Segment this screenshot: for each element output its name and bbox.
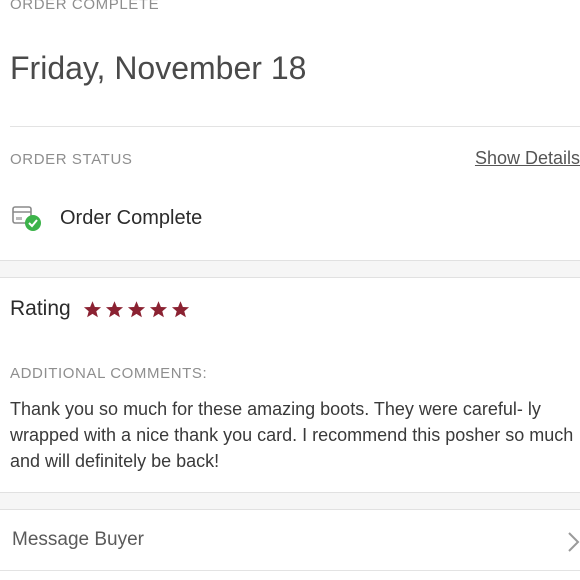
rating-stars bbox=[83, 300, 190, 319]
divider bbox=[10, 126, 580, 127]
section-separator bbox=[0, 492, 580, 510]
order-status-text: Order Complete bbox=[60, 206, 203, 229]
order-complete-header: ORDER COMPLETE bbox=[10, 0, 160, 13]
additional-comments-label: ADDITIONAL COMMENTS: bbox=[10, 365, 208, 382]
chevron-right-icon bbox=[568, 532, 580, 552]
order-detail-page: ORDER COMPLETE Friday, November 18 ORDER… bbox=[0, 0, 580, 580]
order-status-row: Order Complete bbox=[10, 200, 202, 236]
package-check-icon bbox=[10, 203, 44, 233]
rating-row: Rating bbox=[10, 295, 190, 323]
additional-comments-text: Thank you so much for these amazing boot… bbox=[10, 399, 574, 471]
star-icon bbox=[105, 300, 123, 317]
star-icon bbox=[149, 300, 167, 317]
star-icon bbox=[83, 300, 101, 317]
message-buyer-row[interactable]: Message Buyer bbox=[0, 512, 580, 570]
message-buyer-label: Message Buyer bbox=[12, 529, 145, 550]
order-status-label: ORDER STATUS bbox=[10, 151, 133, 168]
show-details-link[interactable]: Show Details bbox=[475, 148, 580, 169]
rating-label: Rating bbox=[10, 297, 71, 320]
star-icon bbox=[171, 300, 189, 317]
section-separator bbox=[0, 260, 580, 278]
star-icon bbox=[127, 300, 145, 317]
order-date-title: Friday, November 18 bbox=[10, 50, 307, 86]
divider bbox=[0, 570, 580, 571]
